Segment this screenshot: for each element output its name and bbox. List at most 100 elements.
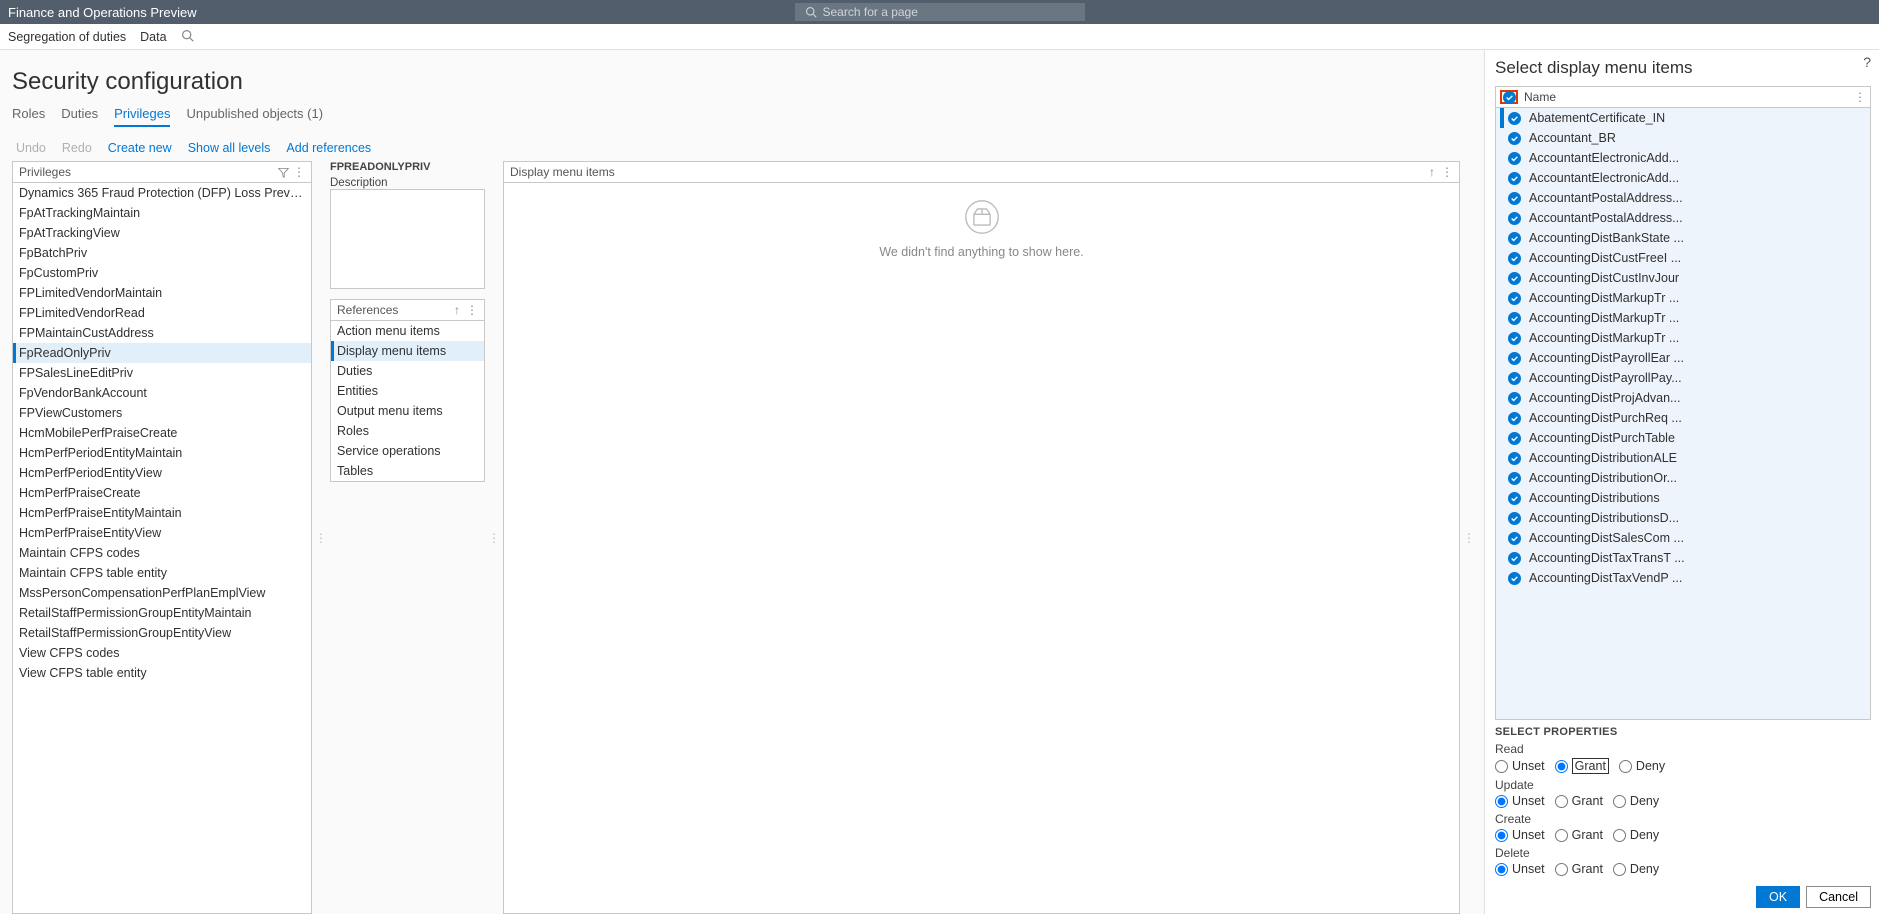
splitter-2[interactable]: ⋮ xyxy=(491,161,497,914)
privilege-item[interactable]: FpAtTrackingView xyxy=(13,223,311,243)
privilege-item[interactable]: FPLimitedVendorRead xyxy=(13,303,311,323)
delete-grant[interactable]: Grant xyxy=(1555,862,1603,876)
privilege-item[interactable]: FpBatchPriv xyxy=(13,243,311,263)
reference-item[interactable]: Output menu items xyxy=(331,401,484,421)
privilege-item[interactable]: Maintain CFPS table entity xyxy=(13,563,311,583)
privilege-item[interactable]: FpCustomPriv xyxy=(13,263,311,283)
tab-duties[interactable]: Duties xyxy=(61,106,98,127)
privilege-item[interactable]: View CFPS table entity xyxy=(13,663,311,683)
read-deny[interactable]: Deny xyxy=(1619,759,1665,773)
update-grant[interactable]: Grant xyxy=(1555,794,1603,808)
grid-row[interactable]: AccountingDistMarkupTr ... xyxy=(1496,308,1870,328)
privilege-item[interactable]: FPSalesLineEditPriv xyxy=(13,363,311,383)
update-deny[interactable]: Deny xyxy=(1613,794,1659,808)
subbar-item-sod[interactable]: Segregation of duties xyxy=(8,30,126,44)
privilege-item[interactable]: FPMaintainCustAddress xyxy=(13,323,311,343)
global-search[interactable]: Search for a page xyxy=(795,3,1085,21)
privilege-item[interactable]: HcmPerfPeriodEntityView xyxy=(13,463,311,483)
redo-button: Redo xyxy=(62,141,92,155)
grid-row[interactable]: AccountantElectronicAdd... xyxy=(1496,148,1870,168)
items-grid[interactable]: AbatementCertificate_INAccountant_BRAcco… xyxy=(1495,108,1871,720)
display-items-header: Display menu items ↑ ⋮ xyxy=(503,161,1460,183)
filter-icon[interactable]: ⋮ xyxy=(278,165,305,179)
reference-item[interactable]: Roles xyxy=(331,421,484,441)
splitter-3[interactable]: ⋮ xyxy=(1466,161,1472,914)
reference-item[interactable]: Entities xyxy=(331,381,484,401)
update-unset[interactable]: Unset xyxy=(1495,794,1545,808)
privilege-item[interactable]: HcmPerfPraiseEntityMaintain xyxy=(13,503,311,523)
references-list[interactable]: Action menu itemsDisplay menu itemsDutie… xyxy=(330,321,485,482)
grid-row[interactable]: AccountingDistTaxVendP ... xyxy=(1496,568,1870,588)
privilege-item[interactable]: View CFPS codes xyxy=(13,643,311,663)
privilege-item[interactable]: FPLimitedVendorMaintain xyxy=(13,283,311,303)
select-all-checkbox[interactable] xyxy=(1500,90,1518,104)
tab-roles[interactable]: Roles xyxy=(12,106,45,127)
delete-deny[interactable]: Deny xyxy=(1613,862,1659,876)
grid-row[interactable]: AccountingDistMarkupTr ... xyxy=(1496,328,1870,348)
privilege-item[interactable]: RetailStaffPermissionGroupEntityMaintain xyxy=(13,603,311,623)
tab-privileges[interactable]: Privileges xyxy=(114,106,170,127)
column-menu-icon[interactable]: ⋮ xyxy=(1854,90,1866,104)
grid-row[interactable]: AccountingDistributionOr... xyxy=(1496,468,1870,488)
privilege-item[interactable]: MssPersonCompensationPerfPlanEmplView xyxy=(13,583,311,603)
privilege-item[interactable]: FpVendorBankAccount xyxy=(13,383,311,403)
privilege-item[interactable]: FpReadOnlyPriv xyxy=(13,343,311,363)
show-all-levels-button[interactable]: Show all levels xyxy=(188,141,271,155)
grid-row[interactable]: AccountingDistCustInvJour xyxy=(1496,268,1870,288)
help-icon[interactable]: ? xyxy=(1863,54,1871,70)
splitter-1[interactable]: ⋮ xyxy=(318,161,324,914)
reference-item[interactable]: Action menu items xyxy=(331,321,484,341)
grid-row[interactable]: AccountingDistributions xyxy=(1496,488,1870,508)
privileges-list[interactable]: Dynamics 365 Fraud Protection (DFP) Loss… xyxy=(12,183,312,914)
privilege-item[interactable]: RetailStaffPermissionGroupEntityView xyxy=(13,623,311,643)
grid-row[interactable]: AccountingDistPurchReq ... xyxy=(1496,408,1870,428)
grid-row[interactable]: AccountingDistMarkupTr ... xyxy=(1496,288,1870,308)
grid-row[interactable]: AccountingDistBankState ... xyxy=(1496,228,1870,248)
privilege-item[interactable]: HcmPerfPraiseEntityView xyxy=(13,523,311,543)
grid-row[interactable]: AccountingDistTaxTransT ... xyxy=(1496,548,1870,568)
create-deny[interactable]: Deny xyxy=(1613,828,1659,842)
display-sort-icon[interactable]: ↑ ⋮ xyxy=(1429,165,1453,179)
privilege-item[interactable]: Dynamics 365 Fraud Protection (DFP) Loss… xyxy=(13,183,311,203)
grid-row[interactable]: AccountingDistPayrollEar ... xyxy=(1496,348,1870,368)
create-grant[interactable]: Grant xyxy=(1555,828,1603,842)
privilege-item[interactable]: FPViewCustomers xyxy=(13,403,311,423)
cancel-button[interactable]: Cancel xyxy=(1806,886,1871,908)
subbar-item-data[interactable]: Data xyxy=(140,30,166,44)
grid-row[interactable]: AccountingDistributionALE xyxy=(1496,448,1870,468)
grid-row[interactable]: AccountingDistCustFreeI ... xyxy=(1496,248,1870,268)
tab-strip: Roles Duties Privileges Unpublished obje… xyxy=(12,106,1472,127)
grid-row[interactable]: AccountingDistProjAdvan... xyxy=(1496,388,1870,408)
reference-item[interactable]: Duties xyxy=(331,361,484,381)
grid-row[interactable]: AccountantPostalAddress... xyxy=(1496,188,1870,208)
sort-icon[interactable]: ↑ ⋮ xyxy=(454,303,478,317)
subbar-search-icon[interactable] xyxy=(181,29,194,45)
ok-button[interactable]: OK xyxy=(1756,886,1800,908)
grid-row[interactable]: AccountingDistPayrollPay... xyxy=(1496,368,1870,388)
reference-item[interactable]: Service operations xyxy=(331,441,484,461)
create-new-button[interactable]: Create new xyxy=(108,141,172,155)
description-input[interactable] xyxy=(330,189,485,289)
grid-row[interactable]: AccountingDistributionsD... xyxy=(1496,508,1870,528)
privilege-item[interactable]: Maintain CFPS codes xyxy=(13,543,311,563)
privilege-item[interactable]: HcmPerfPeriodEntityMaintain xyxy=(13,443,311,463)
read-unset[interactable]: Unset xyxy=(1495,759,1545,773)
privilege-item[interactable]: HcmPerfPraiseCreate xyxy=(13,483,311,503)
grid-row[interactable]: AccountingDistSalesCom ... xyxy=(1496,528,1870,548)
grid-row[interactable]: AccountingDistPurchTable xyxy=(1496,428,1870,448)
grid-row[interactable]: AccountantElectronicAdd... xyxy=(1496,168,1870,188)
grid-row[interactable]: AccountantPostalAddress... xyxy=(1496,208,1870,228)
grid-row[interactable]: AbatementCertificate_IN xyxy=(1496,108,1870,128)
description-label: Description xyxy=(330,177,485,189)
tab-unpublished[interactable]: Unpublished objects (1) xyxy=(186,106,323,127)
privilege-item[interactable]: HcmMobilePerfPraiseCreate xyxy=(13,423,311,443)
add-references-button[interactable]: Add references xyxy=(286,141,371,155)
reference-item[interactable]: Display menu items xyxy=(331,341,484,361)
grid-row[interactable]: Accountant_BR xyxy=(1496,128,1870,148)
create-unset[interactable]: Unset xyxy=(1495,828,1545,842)
privilege-item[interactable]: FpAtTrackingMaintain xyxy=(13,203,311,223)
read-grant[interactable]: Grant xyxy=(1555,758,1609,774)
column-name[interactable]: Name xyxy=(1524,90,1556,104)
delete-unset[interactable]: Unset xyxy=(1495,862,1545,876)
reference-item[interactable]: Tables xyxy=(331,461,484,481)
